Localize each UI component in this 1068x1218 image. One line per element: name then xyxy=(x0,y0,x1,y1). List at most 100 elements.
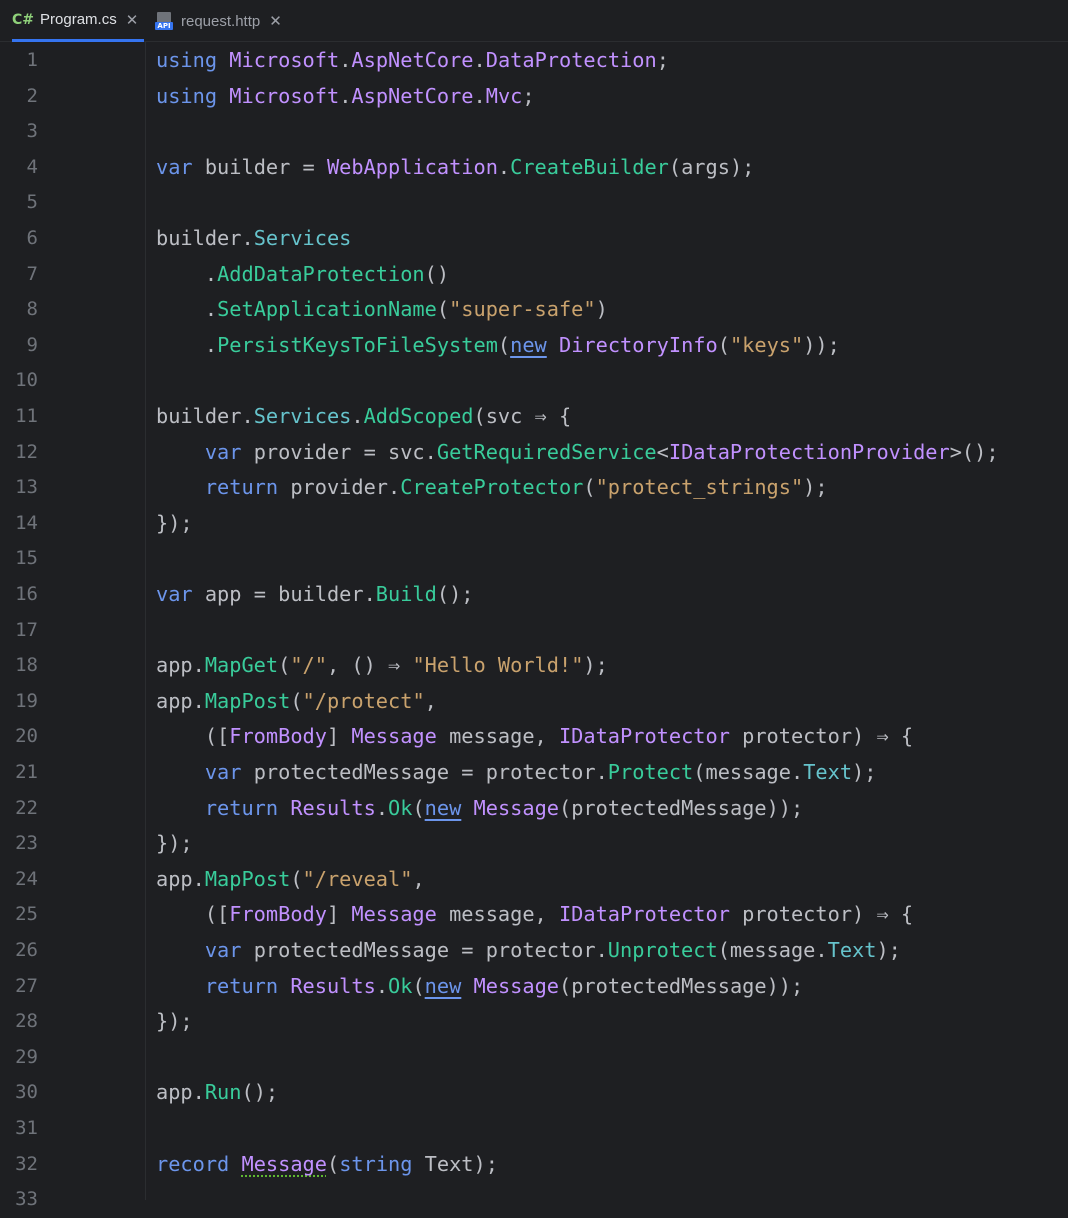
keyword-token: return xyxy=(204,475,279,500)
keyword-token: using xyxy=(156,83,218,108)
tab-program-cs[interactable]: C# Program.cs ✕ xyxy=(12,0,144,42)
code-line[interactable]: return provider.CreateProtector("protect… xyxy=(156,470,828,506)
code-line[interactable]: app.MapPost("/protect", xyxy=(156,684,437,720)
code-line[interactable]: var protectedMessage = protector.Unprote… xyxy=(156,933,901,969)
code-text-token: . xyxy=(375,973,389,998)
method-token: Build xyxy=(375,582,437,606)
code-line[interactable]: var app = builder.Build(); xyxy=(156,577,474,613)
code-line[interactable]: builder.Services.AddScoped(svc ⇒ { xyxy=(156,399,571,435)
line-number: 31 xyxy=(15,1117,38,1139)
code-line[interactable]: }); xyxy=(156,1004,193,1040)
code-text-token: protector) ⇒ { xyxy=(729,902,914,927)
keyword-token: record xyxy=(156,1151,230,1176)
code-line[interactable]: using Microsoft.AspNetCore.DataProtectio… xyxy=(156,43,669,79)
code-text-token: app = builder. xyxy=(192,582,376,606)
method-token: MapGet xyxy=(204,653,279,678)
code-text-token: (message. xyxy=(717,938,828,962)
code-text-token: ); xyxy=(876,938,901,962)
code-text-token: ( xyxy=(290,866,303,891)
method-token: Unprotect xyxy=(607,938,718,962)
code-line[interactable]: ([FromBody] Message message, IDataProtec… xyxy=(156,897,913,933)
keyword-token: new xyxy=(510,332,547,357)
code-text-token: protectedMessage = protector. xyxy=(241,938,608,962)
code-line[interactable]: .SetApplicationName("super-safe") xyxy=(156,292,608,328)
type-token: WebApplication xyxy=(326,154,498,179)
csharp-file-icon: C# xyxy=(12,11,35,28)
code-text-token: (); xyxy=(436,582,474,606)
code-line[interactable]: return Results.Ok(new Message(protectedM… xyxy=(156,969,803,1005)
code-line[interactable]: return Results.Ok(new Message(protectedM… xyxy=(156,791,803,827)
code-line[interactable]: using Microsoft.AspNetCore.Mvc; xyxy=(156,79,535,115)
line-number: 3 xyxy=(26,120,38,143)
code-text-token: . xyxy=(156,332,218,357)
line-number-gutter[interactable]: 1 2 3 4 5 6 7 8 9 10 11 12 13 14 15 16 17 18 19 20 21 22 23 24 2… xyxy=(0,42,146,1210)
code-text-token: builder. xyxy=(156,404,254,428)
method-token: Run xyxy=(204,1080,242,1105)
code-line[interactable]: var provider = svc.GetRequiredService<ID… xyxy=(156,435,999,471)
code-text-token: }); xyxy=(156,831,193,856)
code-text-token: message, xyxy=(436,724,559,749)
method-token: PersistKeysToFileSystem xyxy=(217,332,498,357)
code-text-token: app. xyxy=(156,1080,205,1105)
type-token: DataProtection xyxy=(485,48,657,72)
code-line[interactable]: record Message(string Text); xyxy=(156,1147,498,1183)
method-token: SetApplicationName xyxy=(217,297,437,322)
code-line[interactable]: app.Run(); xyxy=(156,1075,278,1111)
line-number: 8 xyxy=(26,298,38,321)
tab-request-http[interactable]: API request.http ✕ xyxy=(155,0,295,42)
tab-label: Program.cs xyxy=(40,11,117,28)
code-text-token: ; xyxy=(522,83,535,108)
code-line[interactable]: app.MapGet("/", () ⇒ "Hello World!"); xyxy=(156,648,608,684)
type-token: FromBody xyxy=(229,902,327,927)
line-number: 28 xyxy=(15,1010,38,1033)
line-number: 24 xyxy=(15,867,38,890)
code-text-token: , () ⇒ xyxy=(326,653,413,678)
close-icon[interactable]: ✕ xyxy=(126,11,139,29)
code-line[interactable]: var builder = WebApplication.CreateBuild… xyxy=(156,150,754,186)
line-number: 27 xyxy=(15,974,38,997)
code-line[interactable]: var protectedMessage = protector.Protect… xyxy=(156,755,877,791)
code-text-token: ] xyxy=(326,724,352,749)
code-text-token: ( xyxy=(436,297,450,322)
code-line[interactable]: ([FromBody] Message message, IDataProtec… xyxy=(156,719,913,755)
line-number: 9 xyxy=(26,333,38,356)
line-number: 10 xyxy=(15,369,38,392)
close-icon[interactable]: ✕ xyxy=(269,12,282,30)
code-text-token: () xyxy=(424,261,450,286)
code-text-token: builder. xyxy=(156,226,254,250)
code-text-token: ( xyxy=(583,475,596,500)
code-text-token: app. xyxy=(156,688,205,713)
code-text-token: >(); xyxy=(949,439,999,464)
type-token: Message xyxy=(241,1151,327,1176)
code-text-token: (protectedMessage)); xyxy=(559,973,804,998)
code-text-token: ); xyxy=(803,475,828,500)
code-line[interactable]: .AddDataProtection() xyxy=(156,257,449,293)
line-number: 6 xyxy=(26,227,38,249)
line-number: 22 xyxy=(15,796,38,819)
line-number: 23 xyxy=(15,832,38,855)
code-line[interactable]: app.MapPost("/reveal", xyxy=(156,862,425,898)
code-line[interactable]: }); xyxy=(156,826,193,862)
line-number: 25 xyxy=(15,903,38,926)
line-number: 7 xyxy=(26,262,38,285)
keyword-token: string xyxy=(339,1151,413,1176)
code-line[interactable]: }); xyxy=(156,506,193,542)
method-token: MapPost xyxy=(204,688,291,713)
string-literal-token: "keys" xyxy=(729,332,804,357)
code-text-token: . xyxy=(473,48,486,72)
code-editor[interactable]: 1 2 3 4 5 6 7 8 9 10 11 12 13 14 15 16 17 18 19 20 21 22 23 24 2… xyxy=(0,42,1068,1210)
type-token: FromBody xyxy=(229,724,327,749)
keyword-token: var xyxy=(204,938,242,962)
code-text-token: provider = svc. xyxy=(241,439,437,464)
type-token: IDataProtector xyxy=(558,724,730,749)
code-line[interactable]: .PersistKeysToFileSystem(new DirectoryIn… xyxy=(156,328,840,364)
line-number: 14 xyxy=(15,511,38,534)
code-line[interactable]: builder.Services xyxy=(156,221,351,257)
line-number: 1 xyxy=(26,49,38,71)
